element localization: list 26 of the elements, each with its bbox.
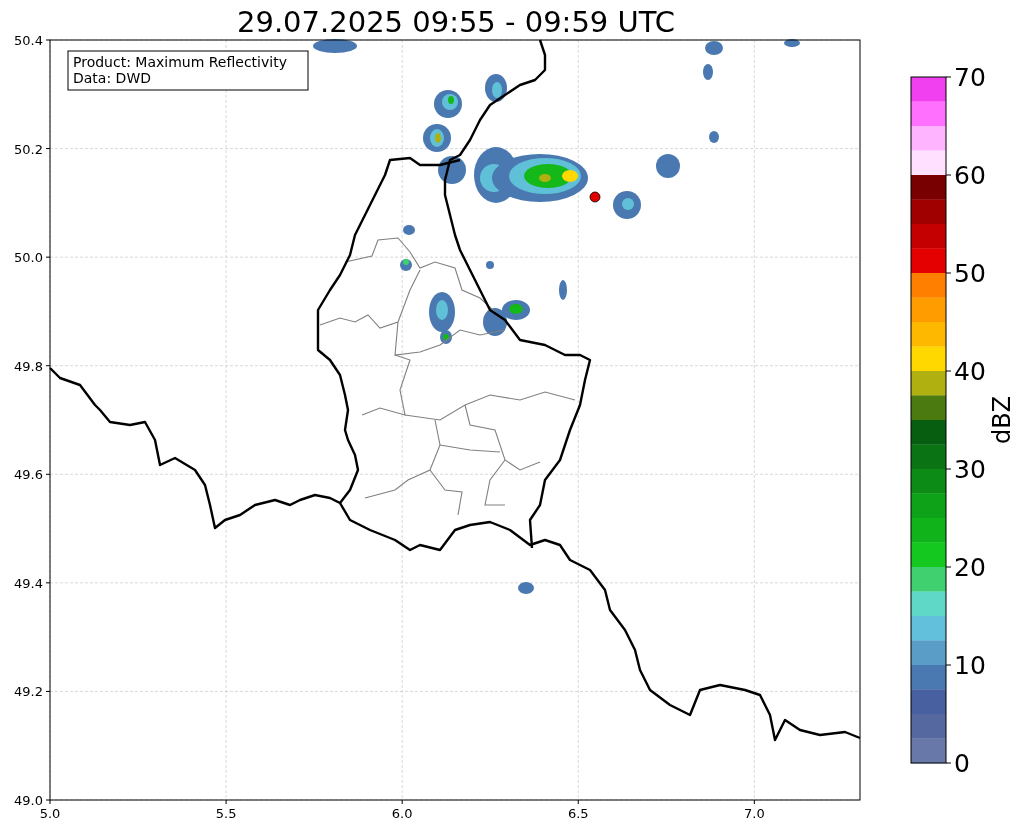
location-dot bbox=[589, 191, 601, 203]
x-tick-label: 5.5 bbox=[215, 806, 237, 821]
info-text: Product: Maximum Reflectivity bbox=[73, 54, 287, 70]
colorbar-tick-label: 20 bbox=[954, 553, 986, 582]
y-tick-label: 49.4 bbox=[14, 575, 43, 591]
colorbar-tick-label: 40 bbox=[954, 357, 986, 386]
y-tick-label: 49.8 bbox=[14, 358, 43, 374]
info-text: Data: DWD bbox=[73, 70, 151, 86]
colorbar-tick-label: 60 bbox=[954, 161, 986, 190]
y-tick-label: 50.2 bbox=[14, 141, 43, 157]
y-tick-label: 50.4 bbox=[14, 33, 43, 48]
y-tick-label: 49.0 bbox=[14, 793, 43, 808]
colorbar-tick-label: 10 bbox=[954, 651, 986, 680]
x-tick-label: 6.0 bbox=[391, 806, 413, 821]
colorbar-tick-label: 50 bbox=[954, 259, 986, 288]
y-tick-label: 49.2 bbox=[14, 684, 43, 700]
y-tick-label: 50.0 bbox=[14, 250, 43, 266]
chart-title: 29.07.2025 09:55 - 09:59 UTC bbox=[237, 5, 675, 39]
colorbar-tick-label: 30 bbox=[954, 455, 986, 484]
colorbar-tick-label: 70 bbox=[954, 63, 986, 92]
colorbar-label: dBZ bbox=[988, 395, 1016, 445]
y-tick-label: 49.6 bbox=[14, 467, 43, 483]
x-tick-label: 7.0 bbox=[744, 806, 765, 821]
x-tick-label: 6.5 bbox=[567, 806, 589, 821]
colorbar-tick-label: 0 bbox=[954, 749, 970, 778]
x-tick-label: 5.0 bbox=[39, 806, 61, 821]
